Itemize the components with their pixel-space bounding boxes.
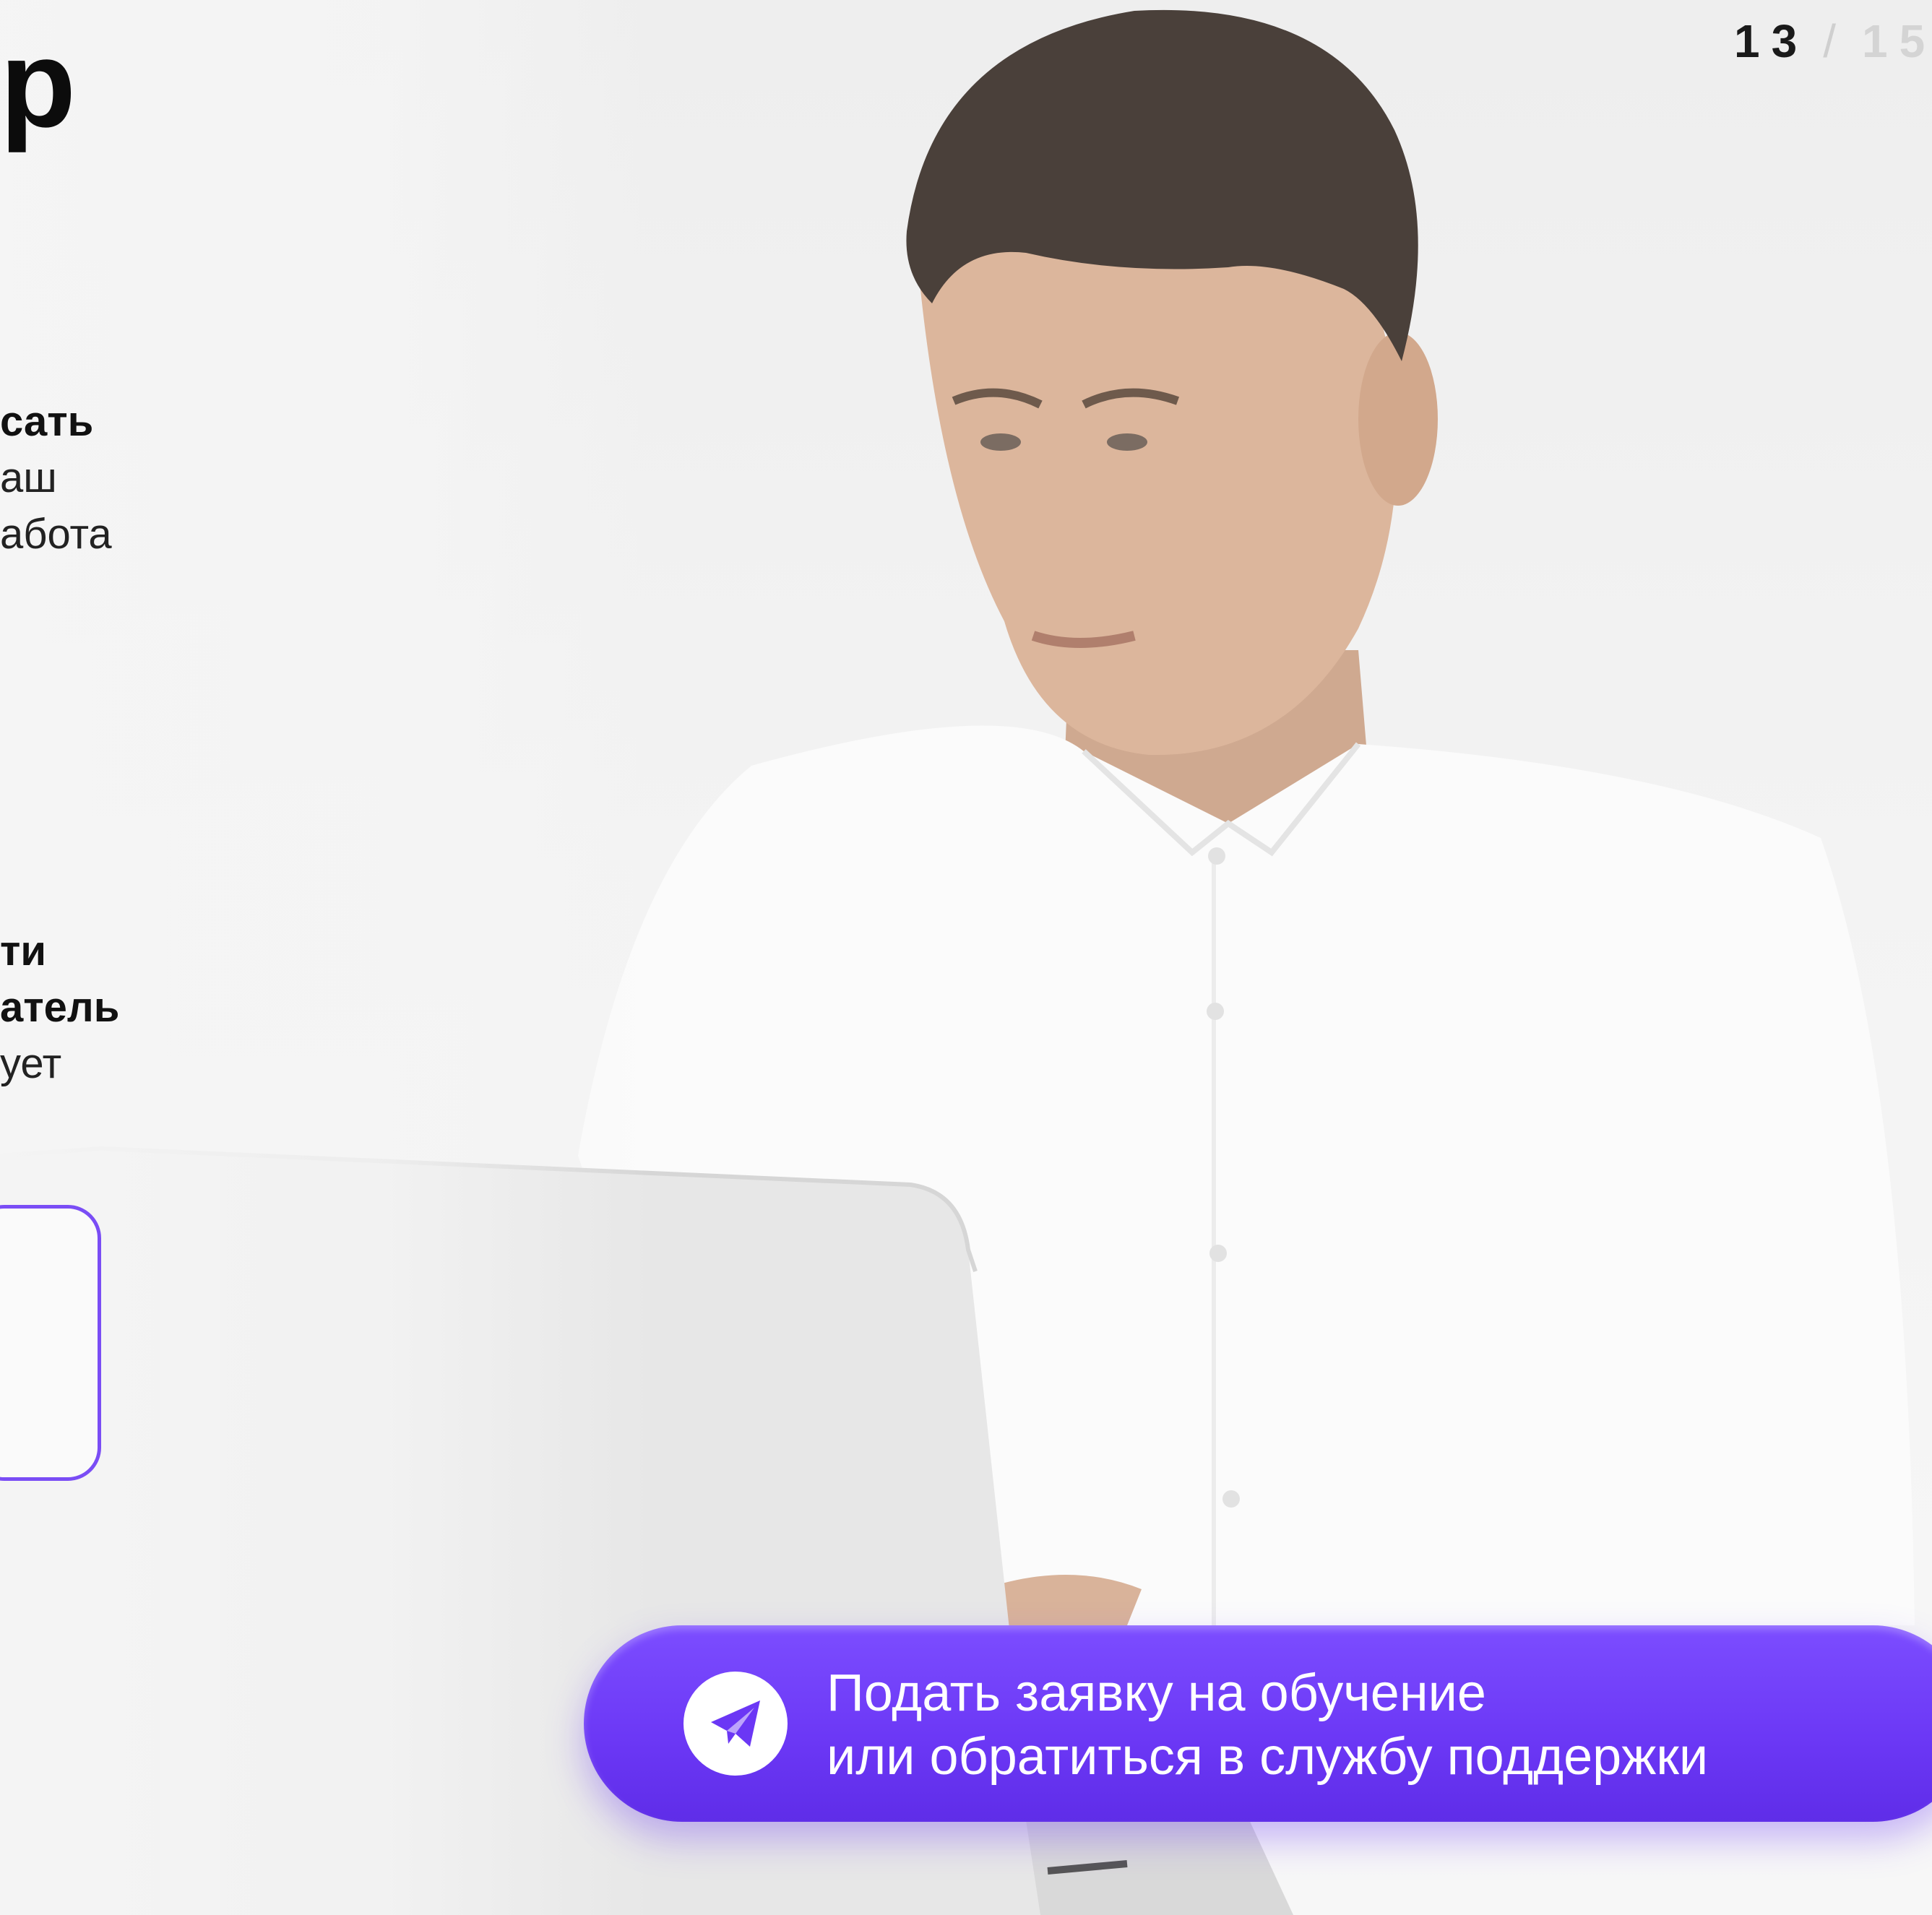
text-block-1-bold-line: сать — [0, 398, 94, 445]
text-block-2-bold-line: ти — [0, 928, 47, 974]
cta-label-line-2: или обратиться в службу поддержки — [827, 1728, 1709, 1786]
cta-label: Подать заявку на обучение или обратиться… — [827, 1661, 1708, 1789]
text-block-2-line: ует — [0, 1040, 62, 1087]
text-block-2-bold-line: атель — [0, 984, 120, 1031]
current-page-number: 13 — [1734, 15, 1809, 67]
text-block-1: сать аш абота — [0, 394, 112, 563]
slide-title: р — [0, 14, 77, 153]
text-block-2: ти атель ует — [0, 923, 119, 1092]
outlined-card — [0, 1205, 101, 1481]
page-separator: / — [1823, 15, 1847, 67]
slide-page-counter: 13 / 15 — [1734, 14, 1932, 68]
apply-or-support-button[interactable]: Подать заявку на обучение или обратиться… — [584, 1625, 1932, 1822]
telegram-icon — [683, 1672, 788, 1776]
cta-label-line-1: Подать заявку на обучение — [827, 1664, 1486, 1722]
text-block-1-line: абота — [0, 511, 112, 558]
total-page-count: 15 — [1861, 15, 1932, 67]
text-block-1-line: аш — [0, 454, 57, 501]
